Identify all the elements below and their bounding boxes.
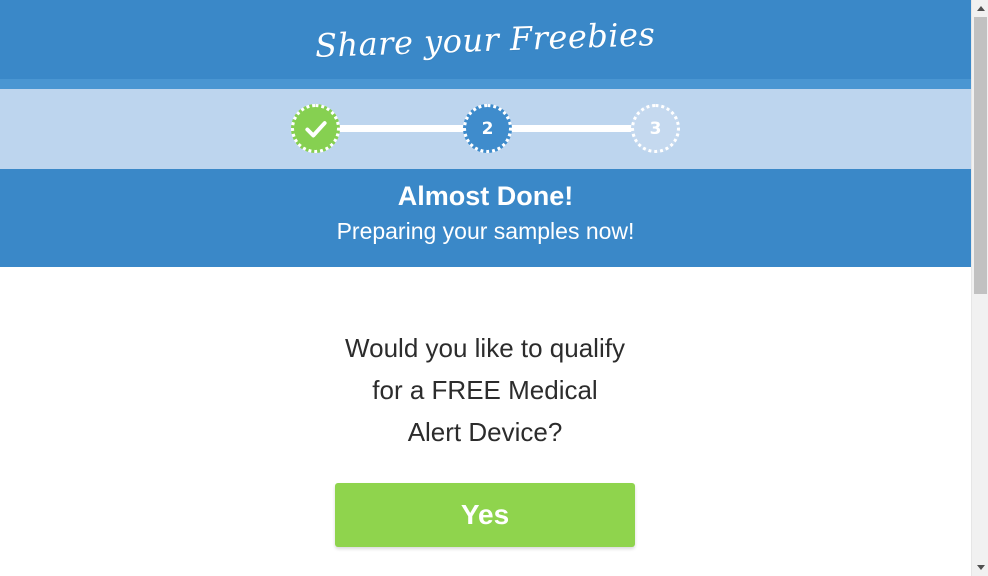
banner-subtitle: Preparing your samples now! [336, 218, 635, 244]
banner-title: Almost Done! [397, 181, 574, 211]
arrow-up-icon [976, 6, 985, 11]
header-divider [0, 79, 971, 89]
scroll-up-button[interactable] [972, 0, 988, 17]
question-line-3: Alert Device? [407, 417, 563, 447]
scrollbar-thumb[interactable] [974, 17, 987, 294]
progress-connector-1 [338, 125, 468, 132]
question-line-1: Would you like to qualify [345, 333, 625, 363]
progress-connector-2 [508, 125, 635, 132]
step-2-current: 2 [463, 104, 512, 153]
logo: Share your Freebies [314, 14, 657, 65]
arrow-down-icon [976, 565, 985, 570]
question-line-2: for a FREE Medical [372, 375, 598, 405]
vertical-scrollbar[interactable] [971, 0, 988, 576]
progress-steps: 2 3 [0, 89, 971, 169]
yes-button[interactable]: Yes [335, 483, 635, 547]
question-text: Would you like to qualify for a FREE Med… [285, 327, 685, 453]
header: Share your Freebies [0, 0, 971, 79]
check-icon [304, 120, 327, 137]
status-banner: Almost Done! Preparing your samples now! [0, 169, 971, 267]
step-1-complete [291, 104, 340, 153]
page: Share your Freebies 2 3 Almost Done! Pre… [0, 0, 971, 576]
step-3-pending: 3 [631, 104, 680, 153]
scroll-down-button[interactable] [972, 559, 988, 576]
